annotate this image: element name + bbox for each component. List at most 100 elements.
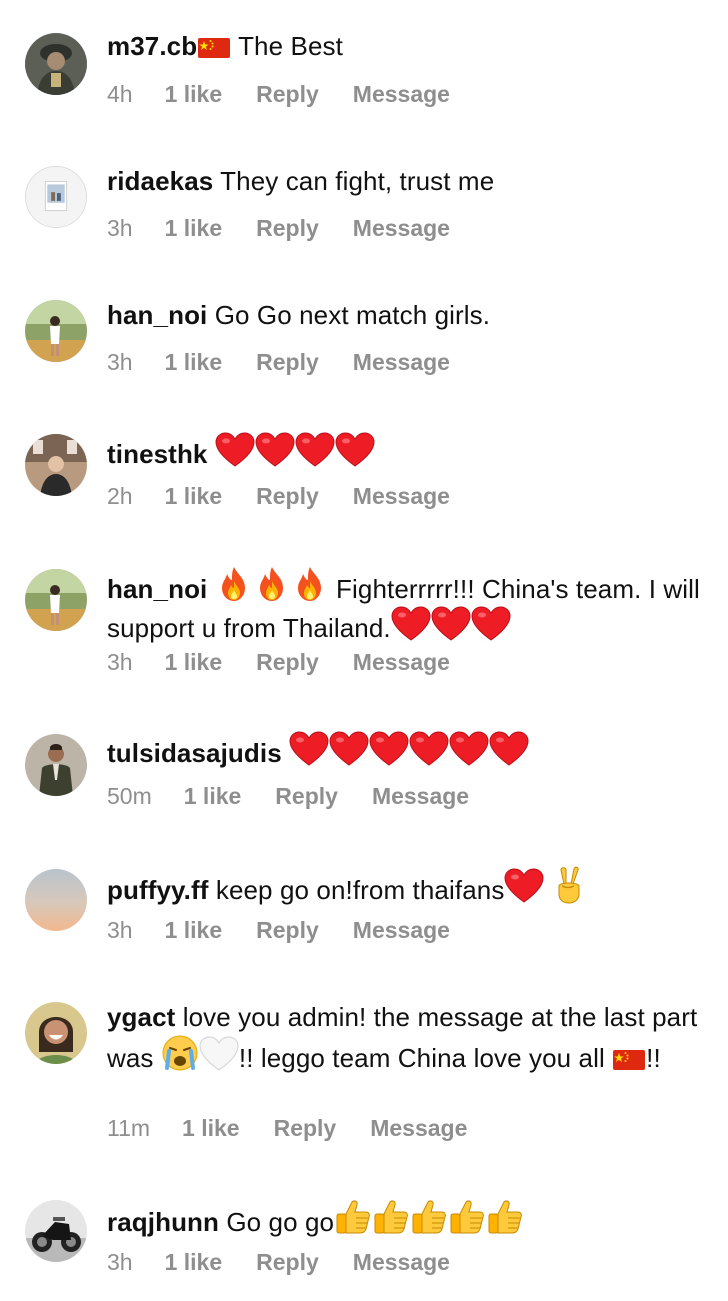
avatar[interactable] [25, 1200, 87, 1262]
flag-china-icon [612, 1048, 646, 1072]
comment-text: han_noi Fighterrrrr!!! China's team. I w… [107, 565, 712, 645]
red-heart-icon [295, 432, 335, 468]
red-heart-icon [409, 731, 449, 767]
red-heart-icon [489, 731, 529, 767]
comment-body-text: Go Go next match girls. [207, 300, 491, 330]
crying-face-icon [161, 1034, 199, 1072]
message-button[interactable]: Message [353, 214, 450, 242]
red-heart-icon [431, 606, 471, 642]
reply-button[interactable]: Reply [256, 1248, 319, 1276]
comment-timestamp: 4h [107, 81, 133, 107]
comment-body-text: keep go on!from thaifans [208, 875, 505, 905]
victory-hand-icon [552, 866, 586, 904]
red-heart-icon [335, 432, 375, 468]
thumbs-up-icon [372, 1198, 410, 1236]
reply-button[interactable]: Reply [256, 916, 319, 944]
avatar[interactable] [25, 166, 87, 228]
comment-text: m37.cb The Best [107, 29, 712, 63]
comment-username[interactable]: han_noi [107, 300, 207, 330]
reply-button[interactable]: Reply [256, 648, 319, 676]
comment-actions: 3h 1 like Reply Message [107, 348, 450, 376]
reply-button[interactable]: Reply [256, 80, 319, 108]
like-count[interactable]: 1 like [182, 1114, 240, 1142]
fire-icon [215, 565, 253, 603]
thumbs-up-icon [410, 1198, 448, 1236]
comment-actions: 50m 1 like Reply Message [107, 782, 469, 810]
message-button[interactable]: Message [370, 1114, 467, 1142]
fire-icon [253, 565, 291, 603]
comment-timestamp: 11m [107, 1115, 151, 1141]
avatar[interactable] [25, 33, 87, 95]
white-heart-icon [199, 1036, 239, 1072]
avatar[interactable] [25, 434, 87, 496]
comment-username[interactable]: raqjhunn [107, 1207, 219, 1237]
like-count[interactable]: 1 like [165, 80, 223, 108]
comment-actions: 11m 1 like Reply Message [107, 1114, 467, 1142]
avatar[interactable] [25, 734, 87, 796]
like-count[interactable]: 1 like [165, 648, 223, 676]
red-heart-icon [369, 731, 409, 767]
comment-body-text [207, 574, 214, 604]
red-heart-icon [215, 432, 255, 468]
comment-actions: 3h 1 like Reply Message [107, 1248, 450, 1276]
comment-actions: 3h 1 like Reply Message [107, 214, 450, 242]
comment-text: puffyy.ff keep go on!from thaifans [107, 866, 712, 907]
message-button[interactable]: Message [353, 80, 450, 108]
comment-username[interactable]: m37.cb [107, 31, 197, 61]
comment-username[interactable]: ridaekas [107, 166, 213, 196]
like-count[interactable]: 1 like [184, 782, 242, 810]
comment-actions: 3h 1 like Reply Message [107, 916, 450, 944]
comment-username[interactable]: puffyy.ff [107, 875, 209, 905]
thumbs-up-icon [448, 1198, 486, 1236]
avatar[interactable] [25, 869, 87, 931]
red-heart-icon [449, 731, 489, 767]
reply-button[interactable]: Reply [256, 482, 319, 510]
comment-timestamp: 3h [107, 1249, 133, 1275]
avatar[interactable] [25, 1002, 87, 1064]
comment-text: tulsidasajudis [107, 731, 712, 770]
reply-button[interactable]: Reply [274, 1114, 337, 1142]
like-count[interactable]: 1 like [165, 916, 223, 944]
comment-body-text: !! [646, 1043, 661, 1073]
like-count[interactable]: 1 like [165, 214, 223, 242]
comment-timestamp: 3h [107, 917, 133, 943]
comment-text: han_noi Go Go next match girls. [107, 298, 712, 332]
thumbs-up-icon [334, 1198, 372, 1236]
comment-body-text: The Best [231, 31, 343, 61]
message-button[interactable]: Message [353, 916, 450, 944]
comment-text: tinesthk [107, 432, 712, 471]
flag-china-icon [197, 36, 231, 60]
comment-username[interactable]: tinesthk [107, 439, 207, 469]
thumbs-up-icon [486, 1198, 524, 1236]
comment-text: ridaekas They can fight, trust me [107, 164, 712, 198]
reply-button[interactable]: Reply [256, 214, 319, 242]
message-button[interactable]: Message [353, 1248, 450, 1276]
comment-text: ygact love you admin! the message at the… [107, 1000, 712, 1075]
avatar[interactable] [25, 300, 87, 362]
reply-button[interactable]: Reply [256, 348, 319, 376]
message-button[interactable]: Message [353, 348, 450, 376]
red-heart-icon [471, 606, 511, 642]
like-count[interactable]: 1 like [165, 482, 223, 510]
like-count[interactable]: 1 like [165, 348, 223, 376]
message-button[interactable]: Message [353, 648, 450, 676]
message-button[interactable]: Message [372, 782, 469, 810]
like-count[interactable]: 1 like [165, 1248, 223, 1276]
comment-timestamp: 2h [107, 483, 133, 509]
red-heart-icon [391, 606, 431, 642]
comment-body-text: Go go go [219, 1207, 335, 1237]
avatar[interactable] [25, 569, 87, 631]
comment-body-text [207, 439, 214, 469]
comment-username[interactable]: ygact [107, 1002, 175, 1032]
message-button[interactable]: Message [353, 482, 450, 510]
comment-actions: 4h 1 like Reply Message [107, 80, 450, 108]
comment-body-text [544, 875, 551, 905]
comment-username[interactable]: han_noi [107, 574, 207, 604]
comment-body-text: !! leggo team China love you all [238, 1043, 613, 1073]
reply-button[interactable]: Reply [275, 782, 338, 810]
comment-timestamp: 50m [107, 783, 152, 809]
comment-timestamp: 3h [107, 349, 133, 375]
red-heart-icon [255, 432, 295, 468]
comment-username[interactable]: tulsidasajudis [107, 738, 282, 768]
comment-body-text [282, 738, 289, 768]
